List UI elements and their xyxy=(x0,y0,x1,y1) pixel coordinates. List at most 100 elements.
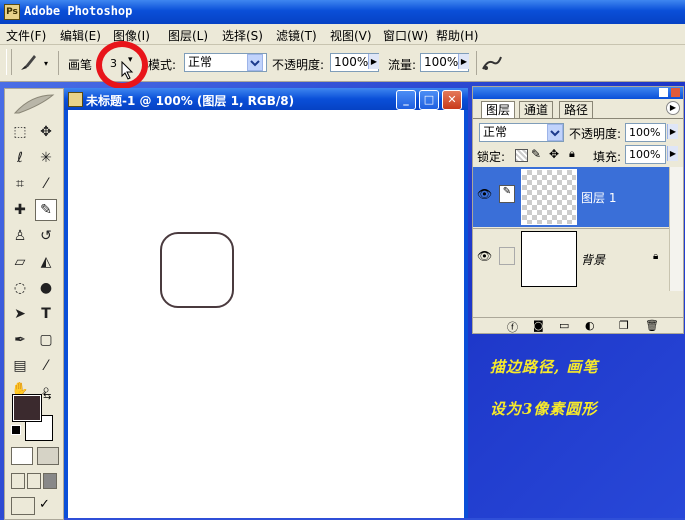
layers-bottom-bar: ⓕ ◙ ▭ ◐ ❐ 🗑︎ xyxy=(473,317,683,334)
maximize-icon[interactable]: □ xyxy=(419,90,439,110)
screen-mode-standard-icon[interactable] xyxy=(11,473,25,489)
minimize-icon[interactable]: _ xyxy=(396,90,416,110)
menu-layer[interactable]: 图层(L) xyxy=(168,27,208,44)
palette-title-bar[interactable] xyxy=(473,87,683,99)
menu-file[interactable]: 文件(F) xyxy=(6,27,46,44)
clone-stamp-tool-icon[interactable]: ♙ xyxy=(9,225,31,247)
eye-icon[interactable]: 👁︎ xyxy=(477,187,492,201)
checkmark-icon[interactable]: ✓ xyxy=(39,497,55,513)
healing-brush-tool-icon[interactable]: ✚ xyxy=(9,199,31,221)
lock-all-icon[interactable]: 🔒︎ xyxy=(569,147,575,161)
menu-filter[interactable]: 滤镜(T) xyxy=(276,27,317,44)
layer-name[interactable]: 图层 1 xyxy=(581,189,616,206)
airbrush-icon[interactable] xyxy=(480,51,504,73)
eraser-tool-icon[interactable]: ▱ xyxy=(9,251,31,273)
palette-menu-icon[interactable]: ▶ xyxy=(666,101,680,115)
mode-label: 模式: xyxy=(148,58,177,72)
history-brush-tool-icon[interactable]: ↺ xyxy=(35,225,57,247)
eyedropper-tool-icon[interactable]: ⁄ xyxy=(35,355,57,377)
lock-label: 锁定: xyxy=(477,150,506,164)
jump-to-imageready-icon[interactable] xyxy=(11,497,35,515)
move-tool-icon[interactable]: ✥ xyxy=(35,121,57,143)
menu-help[interactable]: 帮助(H) xyxy=(436,27,478,44)
standard-mode-icon[interactable] xyxy=(11,447,33,465)
path-selection-tool-icon[interactable]: ➤ xyxy=(9,303,31,325)
layer-name[interactable]: 背景 xyxy=(581,251,605,268)
document-title-bar[interactable]: 未标题-1 @ 100% (图层 1, RGB/8) _ □ ✕ xyxy=(64,88,468,110)
brush-link-icon[interactable]: ✎ xyxy=(499,185,515,203)
magic-wand-tool-icon[interactable]: ✳ xyxy=(35,147,57,169)
notes-tool-icon[interactable]: ▤ xyxy=(9,355,31,377)
pen-tool-icon[interactable]: ✒ xyxy=(9,329,31,351)
document-title: 未标题-1 @ 100% (图层 1, RGB/8) xyxy=(86,94,295,108)
fill-input[interactable]: 100% xyxy=(625,145,666,164)
layer-thumbnail xyxy=(521,169,577,225)
fill-arrow-icon[interactable]: ▶ xyxy=(667,146,678,161)
flow-slider-arrow-icon[interactable]: ▶ xyxy=(458,54,469,69)
menu-window[interactable]: 窗口(W) xyxy=(383,27,428,44)
menu-select[interactable]: 选择(S) xyxy=(222,27,263,44)
link-slot[interactable] xyxy=(499,247,515,265)
tab-paths[interactable]: 路径 xyxy=(559,101,594,118)
layers-scrollbar[interactable] xyxy=(669,167,683,291)
flow-label: 流量: xyxy=(388,58,417,72)
paint-bucket-tool-icon[interactable]: ◭ xyxy=(35,251,57,273)
palette-minimize-icon[interactable] xyxy=(659,88,668,97)
rounded-rectangle-path xyxy=(160,232,234,308)
layer-opacity-value: 100% xyxy=(629,126,661,139)
layer-opacity-arrow-icon[interactable]: ▶ xyxy=(667,124,678,139)
slice-tool-icon[interactable]: ⁄ xyxy=(35,173,57,195)
brush-preset-arrow-icon[interactable]: ▾ xyxy=(44,59,52,68)
type-tool-icon[interactable]: T xyxy=(35,303,57,325)
shape-tool-icon[interactable]: ▢ xyxy=(35,329,57,351)
eye-icon[interactable]: 👁︎ xyxy=(477,249,492,263)
lock-image-icon[interactable]: ✎ xyxy=(531,147,541,161)
crop-tool-icon[interactable]: ⌗ xyxy=(9,173,31,195)
quick-mask-mode-icon[interactable] xyxy=(37,447,59,465)
layer-mask-icon[interactable]: ◙ xyxy=(533,319,544,332)
layer-row[interactable]: 👁︎ 背景 🔒︎ xyxy=(473,229,669,289)
trash-icon[interactable]: 🗑︎ xyxy=(645,319,659,332)
marquee-tool-icon[interactable]: ⬚ xyxy=(9,121,31,143)
feather-logo-icon xyxy=(11,91,57,117)
palette-close-icon[interactable] xyxy=(671,88,680,97)
layers-palette: 图层 通道 路径 ▶ 正常 不透明度: 100% ▶ 锁定: ✎ ✥ 🔒︎ 填充… xyxy=(472,86,684,334)
blur-tool-icon[interactable]: ◌ xyxy=(9,277,31,299)
mode-dropdown-arrow-icon[interactable] xyxy=(247,54,263,71)
canvas[interactable] xyxy=(68,110,464,518)
screen-mode-full-icon[interactable] xyxy=(43,473,57,489)
menu-view[interactable]: 视图(V) xyxy=(330,27,372,44)
lock-position-icon[interactable]: ✥ xyxy=(549,147,559,161)
brush-tool-preset-icon[interactable] xyxy=(18,51,42,73)
default-colors-icon[interactable] xyxy=(11,425,21,435)
lasso-tool-icon[interactable]: ℓ xyxy=(9,147,31,169)
new-group-icon[interactable]: ▭ xyxy=(559,319,569,332)
fill-value: 100% xyxy=(629,148,661,161)
screen-mode-full-menu-icon[interactable] xyxy=(27,473,41,489)
tab-layers[interactable]: 图层 xyxy=(481,101,516,118)
opacity-slider-arrow-icon[interactable]: ▶ xyxy=(368,54,379,69)
tab-channels[interactable]: 通道 xyxy=(519,101,554,118)
document-window: 未标题-1 @ 100% (图层 1, RGB/8) _ □ ✕ xyxy=(64,88,468,518)
app-title: Adobe Photoshop xyxy=(24,4,133,18)
close-icon[interactable]: ✕ xyxy=(442,90,462,110)
foreground-color-swatch[interactable] xyxy=(12,394,42,422)
adjustment-layer-icon[interactable]: ◐ xyxy=(585,319,595,332)
instruction-line-1: 描边路径, 画笔 xyxy=(490,358,599,376)
layer-row[interactable]: 👁︎ ✎ 图层 1 xyxy=(473,167,669,227)
swap-colors-icon[interactable]: ⇆ xyxy=(43,391,51,402)
menu-edit[interactable]: 编辑(E) xyxy=(60,27,101,44)
lock-transparency-icon[interactable] xyxy=(515,149,528,162)
document-icon xyxy=(68,92,83,107)
brush-label: 画笔 xyxy=(68,58,93,72)
app-title-bar: Ps Adobe Photoshop xyxy=(0,0,685,24)
divider xyxy=(476,51,477,75)
arrow-cursor-icon xyxy=(121,60,135,81)
blend-mode-arrow-icon[interactable] xyxy=(547,124,563,141)
fill-label: 填充: xyxy=(593,150,622,164)
layer-opacity-input[interactable]: 100% xyxy=(625,123,666,142)
new-layer-icon[interactable]: ❐ xyxy=(619,319,629,332)
layer-style-icon[interactable]: ⓕ xyxy=(507,319,518,335)
brush-tool-icon[interactable]: ✎ xyxy=(35,199,57,221)
dodge-tool-icon[interactable]: ● xyxy=(35,277,57,299)
